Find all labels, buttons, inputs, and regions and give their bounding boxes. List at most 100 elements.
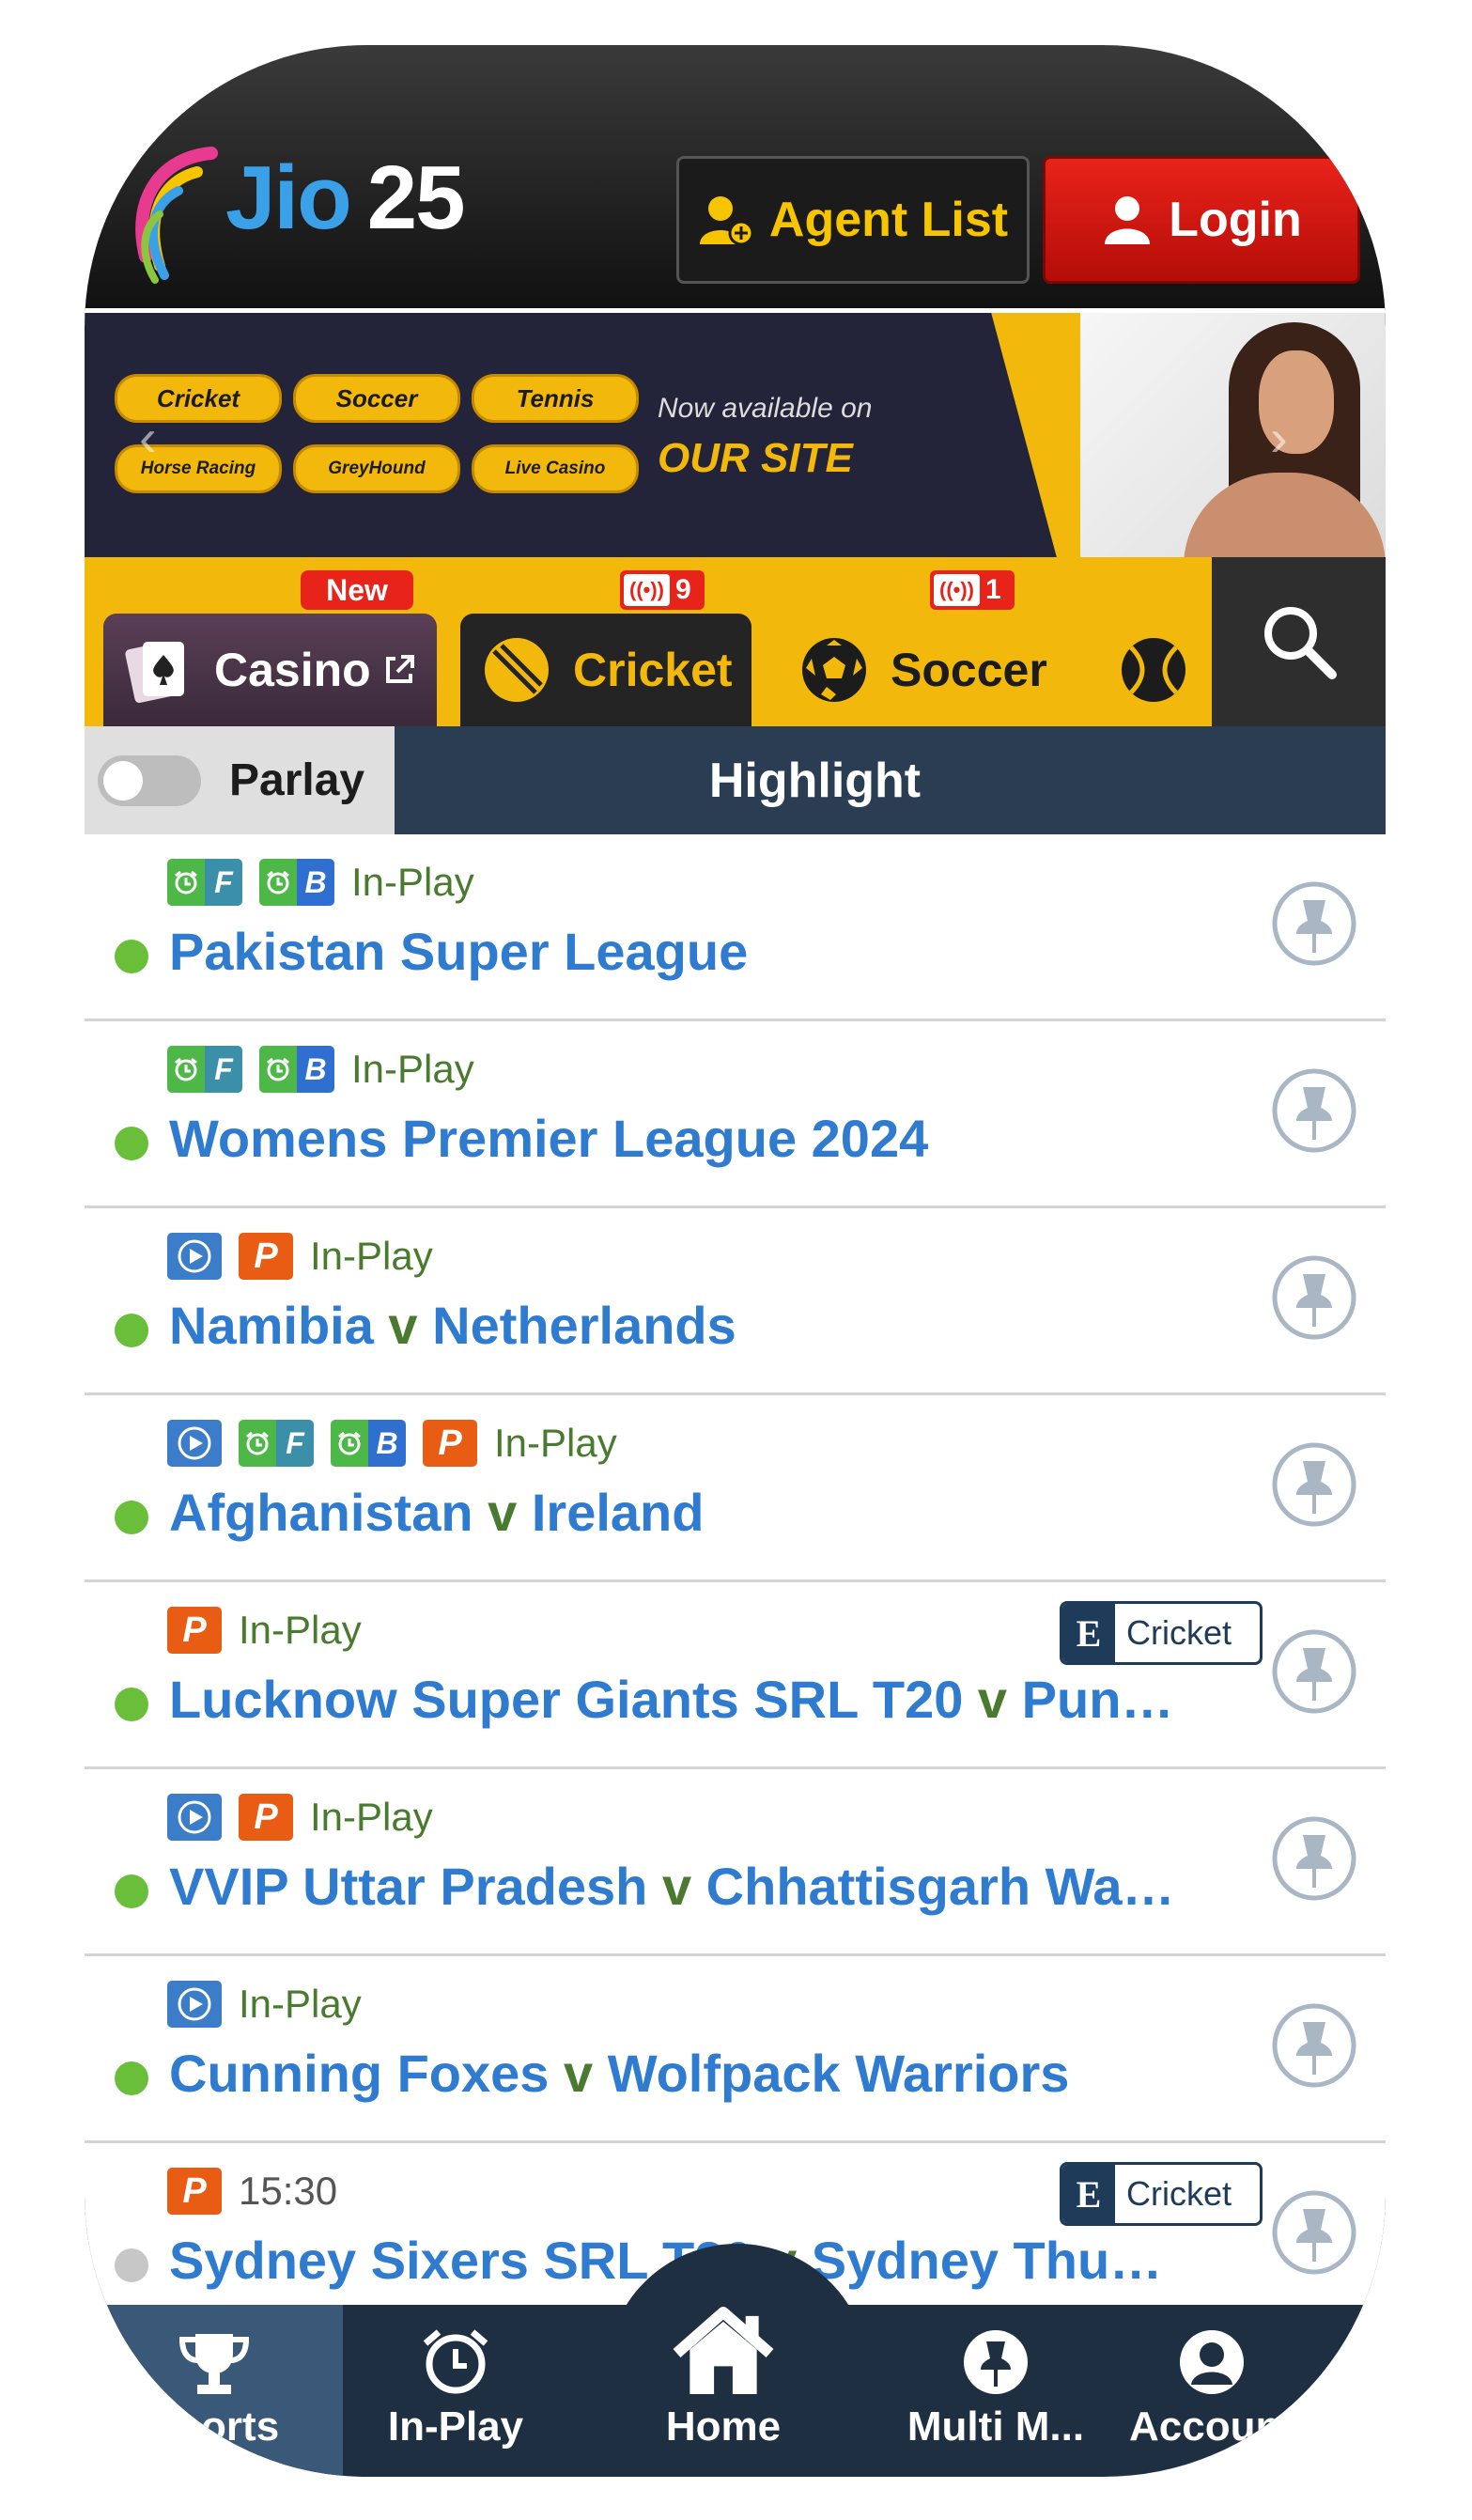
pin-icon xyxy=(964,2330,1028,2394)
nav-sports[interactable]: Sports xyxy=(85,2305,343,2477)
banner-next-icon[interactable]: › xyxy=(1270,407,1288,468)
bottom-nav: Sports In-Play Home Multi M... Account xyxy=(85,2305,1386,2477)
event-row[interactable]: F B P In-Play Afghanistan v Ireland xyxy=(85,1395,1386,1582)
event-tags: P In-Play xyxy=(167,1231,433,1282)
tab-soccer[interactable]: Soccer xyxy=(798,614,1099,726)
agent-user-icon xyxy=(699,196,754,246)
event-name[interactable]: Afghanistan v Ireland xyxy=(169,1482,1334,1543)
event-row[interactable]: F B In-Play Pakistan Super League xyxy=(85,834,1386,1021)
soccer-live-badge: ((•)) 1 xyxy=(930,570,1015,610)
parlay-toggle-area[interactable]: Parlay xyxy=(85,726,395,834)
book-letter: B xyxy=(297,859,334,906)
e-letter: E xyxy=(1062,2165,1115,2223)
pin-icon xyxy=(1272,1255,1356,1340)
event-home: Pakistan Super League xyxy=(169,922,749,981)
live-status-dot xyxy=(115,2061,148,2095)
pin-button[interactable] xyxy=(1270,2188,1358,2277)
tennis-ball-icon xyxy=(1122,638,1185,702)
nav-home[interactable]: Home xyxy=(592,2305,855,2477)
pin-button[interactable] xyxy=(1270,879,1358,968)
event-away: Sydney Thunder... xyxy=(811,2231,1265,2290)
clock-icon xyxy=(267,1057,289,1081)
video-icon xyxy=(167,1981,222,2028)
banner-available-text: Now available on xyxy=(658,393,873,424)
fancy-tag: F xyxy=(167,1046,242,1093)
pin-icon xyxy=(1272,2190,1356,2275)
user-icon xyxy=(1105,196,1151,244)
pin-button[interactable] xyxy=(1270,2001,1358,2090)
tab-casino[interactable]: Casino xyxy=(103,614,437,726)
cricket-ball-icon xyxy=(485,638,549,702)
in-play-status: In-Play xyxy=(239,1608,362,1652)
event-row[interactable]: P In-Play Namibia v Netherlands xyxy=(85,1208,1386,1395)
tab-cricket[interactable]: Cricket xyxy=(460,614,751,726)
pin-button[interactable] xyxy=(1270,1066,1358,1155)
event-tags: P In-Play xyxy=(167,1792,433,1843)
event-name[interactable]: Pakistan Super League xyxy=(169,921,1334,982)
event-vs: v xyxy=(564,2044,594,2103)
event-tags: F B In-Play xyxy=(167,1044,474,1095)
search-icon xyxy=(1263,607,1337,679)
pin-button[interactable] xyxy=(1270,1814,1358,1903)
book-tag: B xyxy=(259,1046,334,1093)
search-button[interactable] xyxy=(1212,557,1386,726)
event-row[interactable]: P In-Play VVIP Uttar Pradesh v Chhattisgar… xyxy=(85,1769,1386,1956)
event-name[interactable]: Lucknow Super Giants SRL T20 v Punjab ..… xyxy=(169,1669,1334,1730)
sports-tab-bar: New ((•)) 9 ((•)) 1 Casino Cricket Socce… xyxy=(85,557,1386,726)
event-name[interactable]: Namibia v Netherlands xyxy=(169,1295,1334,1356)
fancy-letter: F xyxy=(205,1046,242,1093)
live-status-dot xyxy=(115,940,148,973)
pin-button[interactable] xyxy=(1270,1440,1358,1529)
event-home: Namibia xyxy=(169,1296,374,1355)
banner-prev-icon[interactable]: ‹ xyxy=(139,407,157,468)
event-vs: v xyxy=(977,1670,1008,1729)
event-name[interactable]: Womens Premier League 2024 xyxy=(169,1108,1334,1169)
live-status-dot xyxy=(115,1688,148,1721)
fancy-tag: F xyxy=(239,1420,314,1467)
soccer-live-count: 1 xyxy=(985,574,1001,605)
pin-icon xyxy=(1272,1068,1356,1153)
video-icon xyxy=(167,1794,222,1841)
fancy-letter: F xyxy=(276,1420,314,1467)
banner-pill-greyhound: GreyHound xyxy=(293,444,460,493)
highlight-header: Highlight xyxy=(395,726,1386,834)
pin-button[interactable] xyxy=(1270,1253,1358,1342)
event-row[interactable]: F B In-Play Womens Premier League 2024 xyxy=(85,1021,1386,1208)
premium-tag: P xyxy=(423,1420,477,1467)
alarm-clock-icon xyxy=(423,2329,488,2394)
logo-number: 25 xyxy=(366,148,466,248)
promo-banner[interactable]: Cricket Soccer Tennis Horse Racing GreyH… xyxy=(85,313,1386,557)
clock-icon xyxy=(175,1057,197,1081)
start-time: 15:30 xyxy=(239,2169,338,2213)
tab-tennis[interactable] xyxy=(1118,614,1202,726)
event-name[interactable]: VVIP Uttar Pradesh v Chhattisgarh Warrio… xyxy=(169,1856,1334,1917)
event-away: Netherlands xyxy=(432,1296,736,1355)
phone-frame: Jio 25 Agent List Login Cricket Soccer Te… xyxy=(85,45,1386,2477)
in-play-status: In-Play xyxy=(239,1982,362,2026)
event-tags: In-Play xyxy=(167,1979,362,2030)
event-home: Afghanistan xyxy=(169,1483,473,1542)
cricket-live-badge: ((•)) 9 xyxy=(620,570,705,610)
event-row[interactable]: P In-Play E Cricket Lucknow Super Giants SRL… xyxy=(85,1582,1386,1769)
login-button[interactable]: Login xyxy=(1043,156,1360,284)
clock-icon-box xyxy=(259,1046,297,1093)
site-logo[interactable]: Jio 25 xyxy=(122,134,517,294)
account-icon xyxy=(1180,2330,1244,2394)
pin-icon xyxy=(1272,2003,1356,2088)
event-row[interactable]: In-Play Cunning Foxes v Wolfpack Warriors xyxy=(85,1956,1386,2143)
banner-pill-soccer: Soccer xyxy=(293,374,460,423)
nav-multi-markets[interactable]: Multi M... xyxy=(883,2305,1108,2477)
in-play-status: In-Play xyxy=(310,1795,433,1839)
book-tag: B xyxy=(259,859,334,906)
nav-in-play[interactable]: In-Play xyxy=(343,2305,568,2477)
clock-icon-box xyxy=(259,859,297,906)
parlay-toggle[interactable] xyxy=(98,754,201,806)
event-name[interactable]: Cunning Foxes v Wolfpack Warriors xyxy=(169,2043,1334,2104)
play-icon xyxy=(178,1239,211,1273)
pin-button[interactable] xyxy=(1270,1627,1358,1716)
live-status-dot xyxy=(115,1314,148,1347)
nav-account[interactable]: Account xyxy=(1108,2305,1315,2477)
event-away: Chhattisgarh Warriors xyxy=(705,1857,1260,1916)
clock-icon-box xyxy=(167,859,205,906)
agent-list-button[interactable]: Agent List xyxy=(676,156,1030,284)
